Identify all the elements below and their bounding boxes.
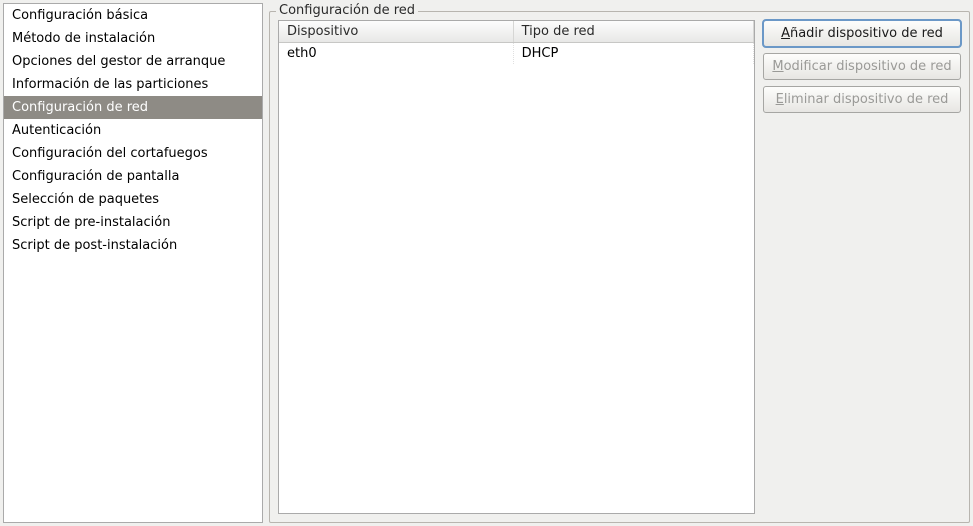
delete-network-device-button[interactable]: Eliminar dispositivo de red [763,86,961,113]
group-title: Configuración de red [276,3,418,18]
sidebar-item-display-config[interactable]: Configuración de pantalla [4,165,262,188]
sidebar-item-basic-config[interactable]: Configuración básica [4,4,262,27]
sidebar-item-preinstall-script[interactable]: Script de pre-instalación [4,211,262,234]
sidebar-item-network-config[interactable]: Configuración de red [4,96,262,119]
cell-device: eth0 [279,43,513,65]
network-config-group: Configuración de red Dispositivo Tipo de… [269,11,970,523]
table-row[interactable]: eth0 DHCP [279,43,754,65]
sidebar-item-install-method[interactable]: Método de instalación [4,27,262,50]
button-column: Añadir dispositivo de red Modificar disp… [763,20,961,514]
cell-type: DHCP [513,43,753,65]
col-device[interactable]: Dispositivo [279,21,513,43]
device-table-wrap: Dispositivo Tipo de red eth0 DHCP [278,20,755,514]
device-table[interactable]: Dispositivo Tipo de red eth0 DHCP [279,21,754,64]
add-network-device-button[interactable]: Añadir dispositivo de red [763,20,961,47]
sidebar-item-bootloader-options[interactable]: Opciones del gestor de arranque [4,50,262,73]
modify-network-device-button[interactable]: Modificar dispositivo de red [763,53,961,80]
sidebar: Configuración básica Método de instalaci… [3,3,263,523]
sidebar-item-postinstall-script[interactable]: Script de post-instalación [4,234,262,257]
sidebar-item-partition-info[interactable]: Información de las particiones [4,73,262,96]
col-network-type[interactable]: Tipo de red [513,21,753,43]
sidebar-item-package-selection[interactable]: Selección de paquetes [4,188,262,211]
sidebar-item-firewall-config[interactable]: Configuración del cortafuegos [4,142,262,165]
main-panel: Configuración de red Dispositivo Tipo de… [269,3,970,523]
sidebar-item-authentication[interactable]: Autenticación [4,119,262,142]
